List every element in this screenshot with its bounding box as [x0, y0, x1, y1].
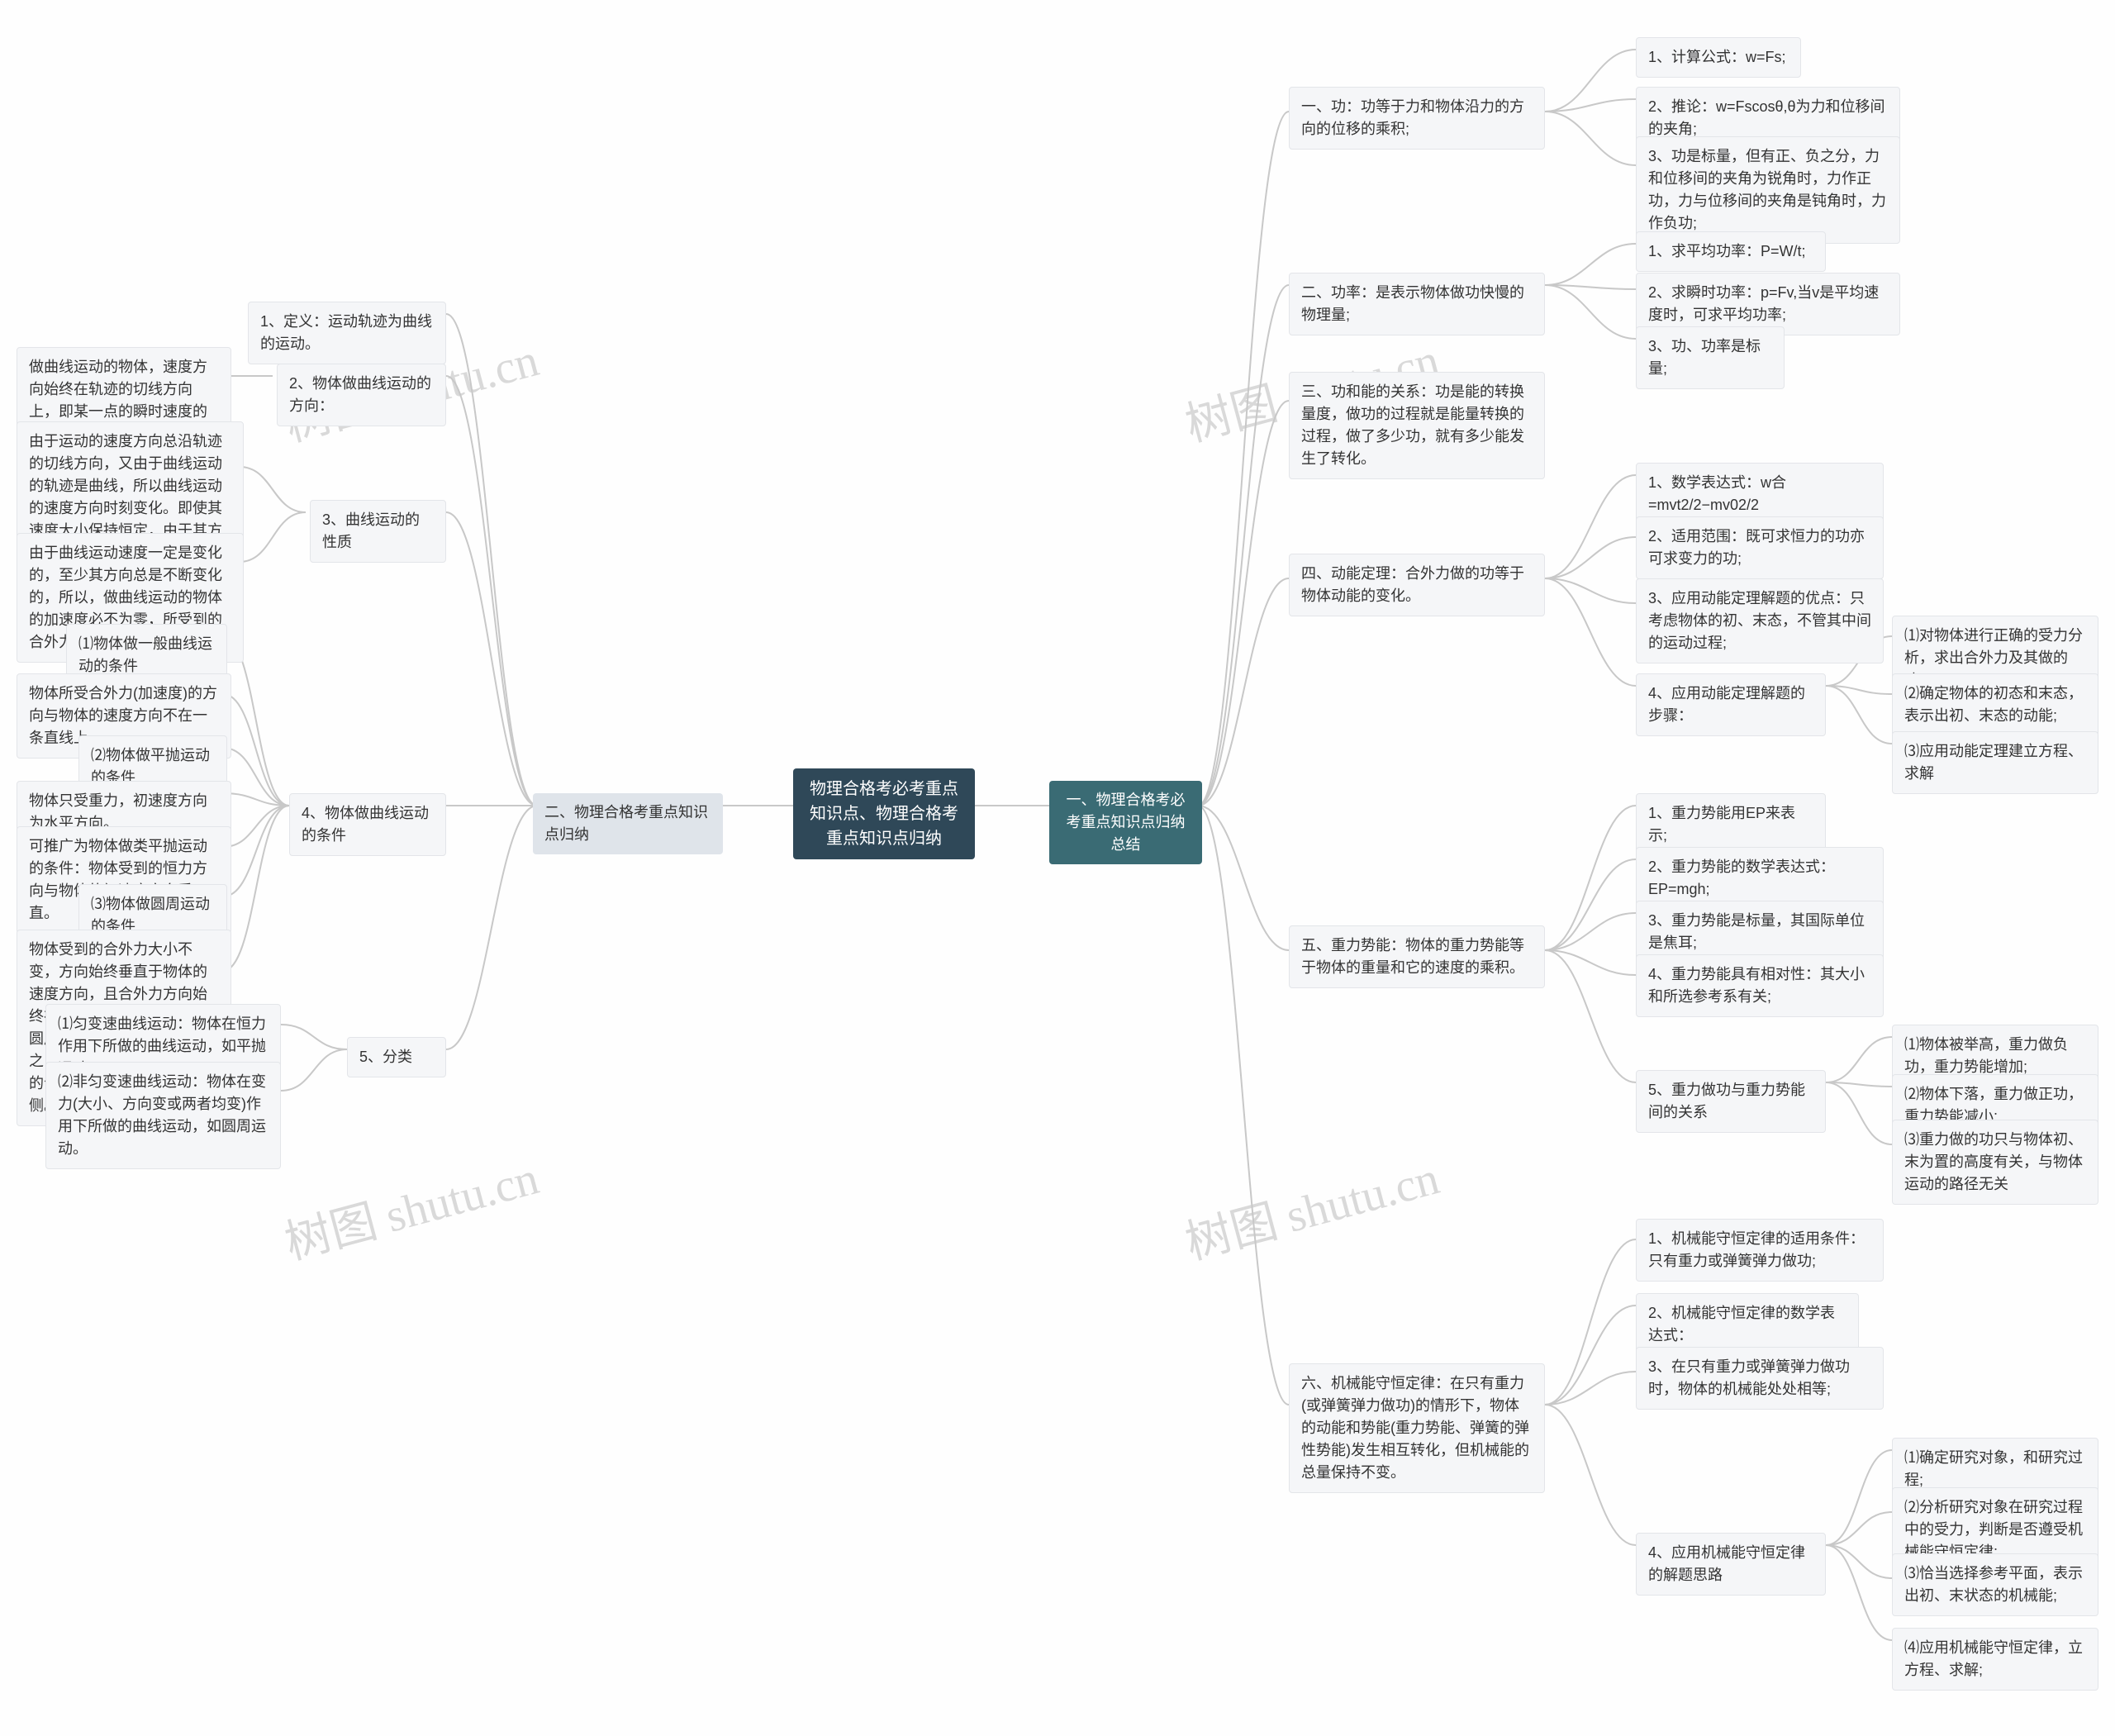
r6-c3[interactable]: 3、在只有重力或弹簧弹力做功时，物体的机械能处处相等;: [1636, 1347, 1884, 1410]
r2-c3[interactable]: 3、功、功率是标量;: [1636, 326, 1785, 389]
r4-c4[interactable]: 4、应用动能定理解题的步骤：: [1636, 673, 1826, 736]
l-n5[interactable]: 5、分类: [347, 1037, 446, 1077]
r4-c2[interactable]: 2、适用范围：既可求恒力的功亦可求变力的功;: [1636, 516, 1884, 579]
r4-c3[interactable]: 3、应用动能定理解题的优点：只考虑物体的初、末态，不管其中间的运动过程;: [1636, 578, 1884, 663]
l-n5b[interactable]: ⑵非匀变速曲线运动：物体在变力(大小、方向变或两者均变)作用下所做的曲线运动，如…: [45, 1062, 281, 1169]
l-n3[interactable]: 3、曲线运动的性质: [310, 500, 446, 563]
r1-title[interactable]: 一、功：功等于力和物体沿力的方向的位移的乘积;: [1289, 87, 1545, 150]
r6-c1[interactable]: 1、机械能守恒定律的适用条件：只有重力或弹簧弹力做功;: [1636, 1219, 1884, 1282]
r5-c5[interactable]: 5、重力做功与重力势能间的关系: [1636, 1070, 1826, 1133]
watermark: 树图 shutu.cn: [277, 1141, 544, 1273]
r5-c4[interactable]: 4、重力势能具有相对性：其大小和所选参考系有关;: [1636, 954, 1884, 1017]
r6-c4[interactable]: 4、应用机械能守恒定律的解题思路: [1636, 1533, 1826, 1596]
r3-title[interactable]: 三、功和能的关系：功是能的转换量度，做功的过程就是能量转换的过程，做了多少功，就…: [1289, 372, 1545, 479]
r6-c4c[interactable]: ⑶恰当选择参考平面，表示出初、末状态的机械能;: [1892, 1553, 2098, 1616]
watermark: 树图 shutu.cn: [1177, 1141, 1445, 1273]
r2-c1[interactable]: 1、求平均功率：P=W/t;: [1636, 231, 1826, 272]
r2-title[interactable]: 二、功率：是表示物体做功快慢的物理量;: [1289, 273, 1545, 335]
r1-c3[interactable]: 3、功是标量，但有正、负之分，力和位移间的夹角为锐角时，力作正功，力与位移间的夹…: [1636, 136, 1900, 244]
root-node[interactable]: 物理合格考必考重点知识点、物理合格考重点知识点归纳: [793, 768, 975, 859]
r5-c5c[interactable]: ⑶重力做的功只与物体初、末为置的高度有关，与物体运动的路径无关: [1892, 1120, 2098, 1205]
r4-c4b[interactable]: ⑵确定物体的初态和末态，表示出初、末态的动能;: [1892, 673, 2098, 736]
right-main-node[interactable]: 一、物理合格考必考重点知识点归纳总结: [1049, 781, 1202, 864]
r6-title[interactable]: 六、机械能守恒定律：在只有重力(或弹簧弹力做功)的情形下，物体的动能和势能(重力…: [1289, 1363, 1545, 1493]
l-n2[interactable]: 2、物体做曲线运动的方向：: [277, 364, 446, 426]
l-n4[interactable]: 4、物体做曲线运动的条件: [289, 793, 446, 856]
r5-title[interactable]: 五、重力势能：物体的重力势能等于物体的重量和它的速度的乘积。: [1289, 925, 1545, 988]
r6-c4d[interactable]: ⑷应用机械能守恒定律，立方程、求解;: [1892, 1628, 2098, 1691]
r4-c4c[interactable]: ⑶应用动能定理建立方程、求解: [1892, 731, 2098, 794]
l-n1[interactable]: 1、定义：运动轨迹为曲线的运动。: [248, 302, 446, 364]
r1-c1[interactable]: 1、计算公式：w=Fs;: [1636, 37, 1801, 78]
r4-title[interactable]: 四、动能定理：合外力做的功等于物体动能的变化。: [1289, 554, 1545, 616]
left-main-node[interactable]: 二、物理合格考重点知识点归纳: [533, 793, 723, 854]
